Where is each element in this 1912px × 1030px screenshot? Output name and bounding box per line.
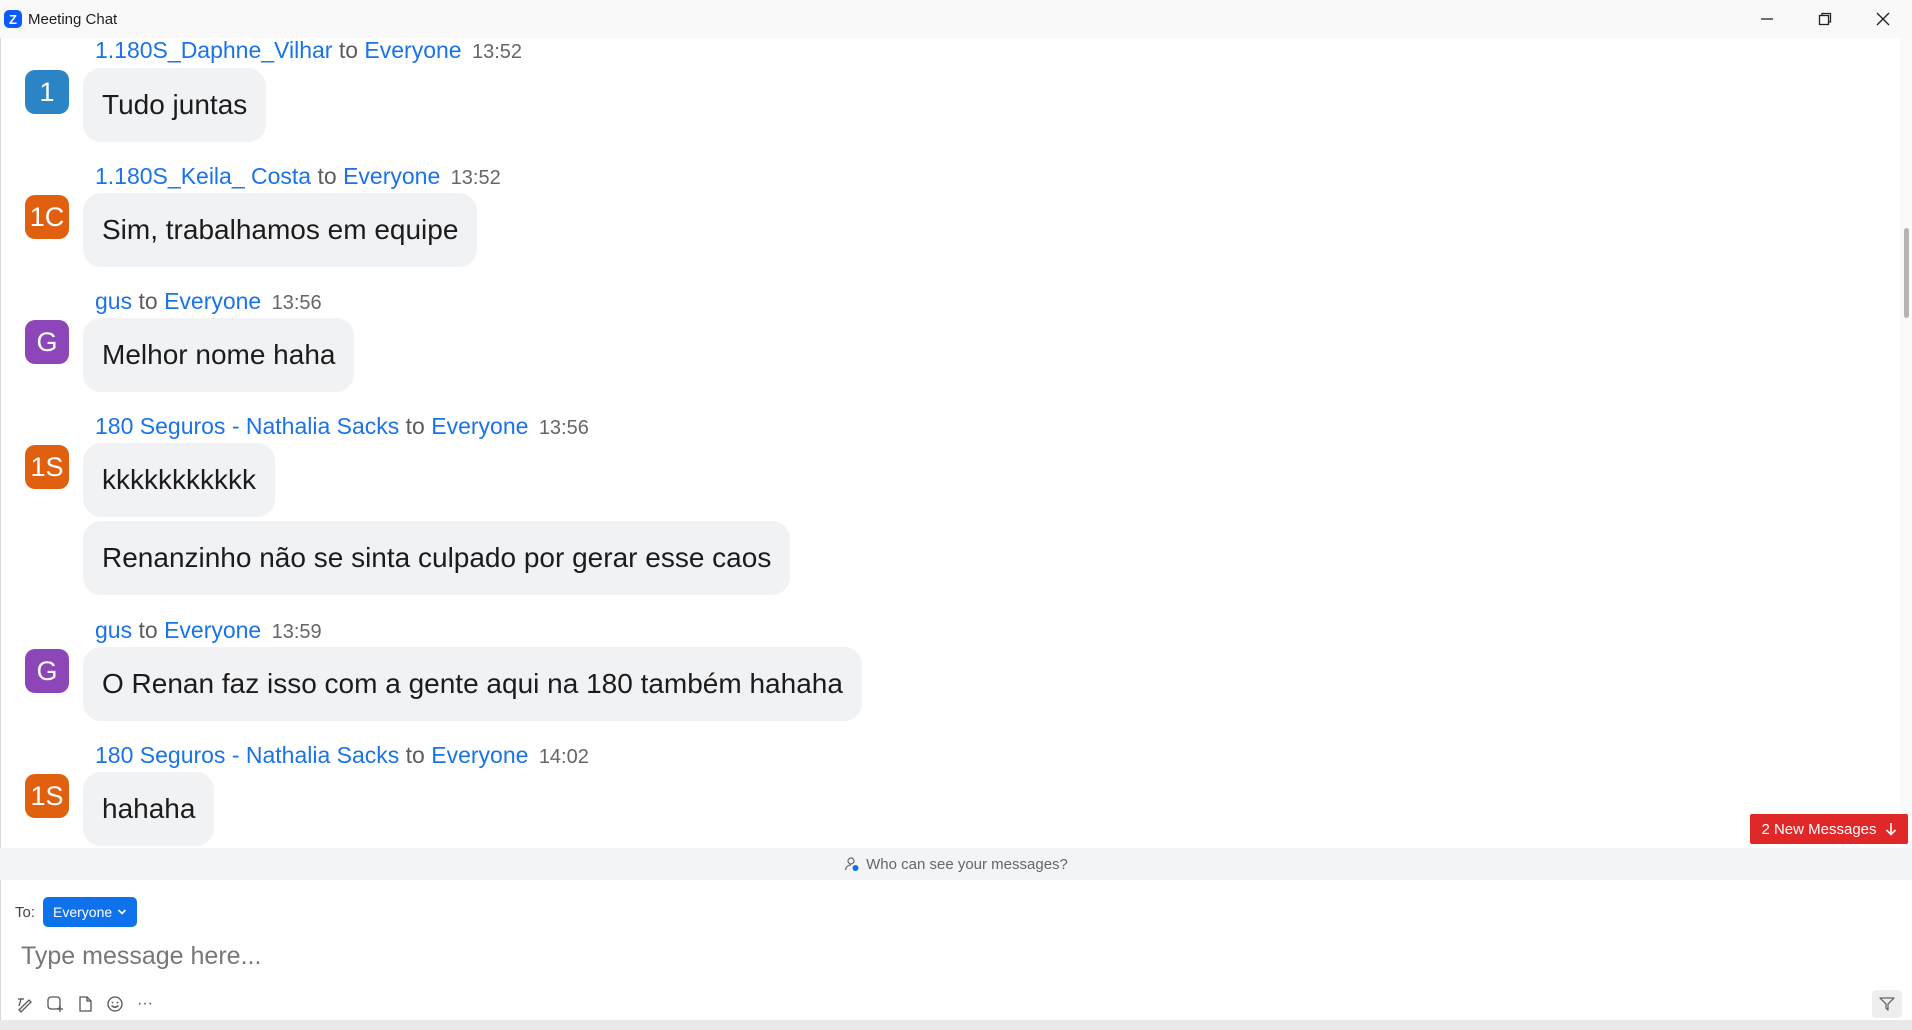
message-time: 14:02 bbox=[538, 746, 589, 768]
file-icon[interactable] bbox=[75, 994, 95, 1014]
sender-name[interactable]: 180 Seguros - Nathalia Sacks bbox=[95, 413, 399, 439]
recipient-name[interactable]: Everyone bbox=[364, 38, 461, 63]
message-time: 13:56 bbox=[271, 292, 322, 314]
sender-name[interactable]: 1.180S_Keila_ Costa bbox=[95, 163, 311, 189]
message-header: 1.180S_Daphne_Vilhar to Everyone 13:52 bbox=[95, 38, 522, 64]
composer-toolbar: ··· bbox=[15, 994, 155, 1014]
recipient-name[interactable]: Everyone bbox=[164, 617, 261, 643]
sender-name[interactable]: 1.180S_Daphne_Vilhar bbox=[95, 38, 332, 63]
message-bubble[interactable]: kkkkkkkkkkk bbox=[83, 443, 275, 517]
to-word: to bbox=[405, 413, 425, 439]
window-title: Meeting Chat bbox=[28, 10, 118, 28]
person-visibility-icon bbox=[845, 857, 859, 871]
avatar: 1S bbox=[25, 774, 69, 818]
scrollbar[interactable] bbox=[1900, 38, 1912, 848]
new-messages-label: 2 New Messages bbox=[1761, 820, 1877, 838]
minimize-icon bbox=[1761, 18, 1773, 20]
to-word: to bbox=[138, 617, 158, 643]
avatar: 1S bbox=[25, 445, 69, 489]
arrow-down-icon bbox=[1885, 823, 1896, 836]
message-time: 13:52 bbox=[471, 41, 523, 63]
emoji-icon[interactable] bbox=[105, 994, 125, 1014]
avatar: G bbox=[25, 649, 69, 693]
message-input[interactable] bbox=[21, 936, 1881, 976]
recipient-row: To: Everyone bbox=[15, 897, 138, 927]
avatar: 1C bbox=[25, 195, 69, 239]
message-bubble[interactable]: hahaha bbox=[83, 772, 215, 846]
send-button[interactable] bbox=[1872, 990, 1902, 1018]
recipient-name[interactable]: Everyone bbox=[343, 163, 440, 189]
minimize-button[interactable] bbox=[1738, 0, 1796, 38]
message-header: gus to Everyone 13:56 bbox=[95, 288, 322, 315]
close-icon bbox=[1876, 12, 1890, 26]
visibility-notice[interactable]: Who can see your messages? bbox=[0, 848, 1912, 880]
close-button[interactable] bbox=[1854, 0, 1912, 38]
recipient-name[interactable]: Everyone bbox=[164, 288, 261, 314]
screenshot-icon[interactable] bbox=[45, 994, 65, 1014]
format-icon[interactable] bbox=[15, 994, 35, 1014]
message-bubble[interactable]: Melhor nome haha bbox=[83, 318, 355, 392]
more-icon[interactable]: ··· bbox=[135, 994, 155, 1014]
message-time: 13:52 bbox=[450, 167, 501, 189]
visibility-label: Who can see your messages? bbox=[866, 855, 1068, 873]
message-time: 13:59 bbox=[271, 621, 322, 643]
avatar: G bbox=[25, 320, 69, 364]
to-word: to bbox=[338, 38, 359, 63]
chevron-down-icon bbox=[118, 909, 127, 915]
new-messages-button[interactable]: 2 New Messages bbox=[1750, 814, 1908, 844]
recipient-name[interactable]: Everyone bbox=[431, 742, 528, 768]
sender-name[interactable]: 180 Seguros - Nathalia Sacks bbox=[95, 742, 399, 768]
chat-messages-area[interactable]: 1.180S_Daphne_Vilhar to Everyone 13:52 1… bbox=[0, 38, 1912, 848]
meeting-chat-window: Z Meeting Chat 1.180S_Daphne_Vilhar to E… bbox=[0, 0, 1912, 1030]
zoom-logo-icon: Z bbox=[4, 10, 22, 28]
message-header: 180 Seguros - Nathalia Sacks to Everyone… bbox=[95, 413, 589, 440]
recipient-value: Everyone bbox=[53, 904, 113, 920]
to-word: to bbox=[317, 163, 337, 189]
message-bubble[interactable]: Tudo juntas bbox=[83, 68, 267, 142]
send-icon bbox=[1879, 997, 1895, 1011]
to-word: to bbox=[138, 288, 158, 314]
recipient-select[interactable]: Everyone bbox=[43, 897, 138, 927]
to-word: to bbox=[405, 742, 425, 768]
sender-name[interactable]: gus bbox=[95, 617, 132, 643]
window-bottom-edge bbox=[0, 1020, 1912, 1030]
title-bar: Z Meeting Chat bbox=[0, 0, 1912, 38]
message-bubble[interactable]: Sim, trabalhamos em equipe bbox=[83, 193, 478, 267]
message-composer: To: Everyone ··· bbox=[0, 880, 1912, 1020]
message-bubble[interactable]: Renanzinho não se sinta culpado por gera… bbox=[83, 521, 791, 595]
restore-button[interactable] bbox=[1796, 0, 1854, 38]
message-header: 180 Seguros - Nathalia Sacks to Everyone… bbox=[95, 742, 589, 769]
message-header: gus to Everyone 13:59 bbox=[95, 617, 322, 644]
recipient-name[interactable]: Everyone bbox=[431, 413, 528, 439]
message-header: 1.180S_Keila_ Costa to Everyone 13:52 bbox=[95, 163, 501, 190]
window-controls bbox=[1738, 0, 1912, 38]
avatar: 1 bbox=[25, 70, 69, 114]
message-bubble[interactable]: O Renan faz isso com a gente aqui na 180… bbox=[83, 647, 862, 721]
restore-icon bbox=[1818, 12, 1832, 26]
scrollbar-thumb[interactable] bbox=[1904, 228, 1909, 318]
message-time: 13:56 bbox=[538, 417, 589, 439]
sender-name[interactable]: gus bbox=[95, 288, 132, 314]
to-label: To: bbox=[15, 903, 36, 921]
